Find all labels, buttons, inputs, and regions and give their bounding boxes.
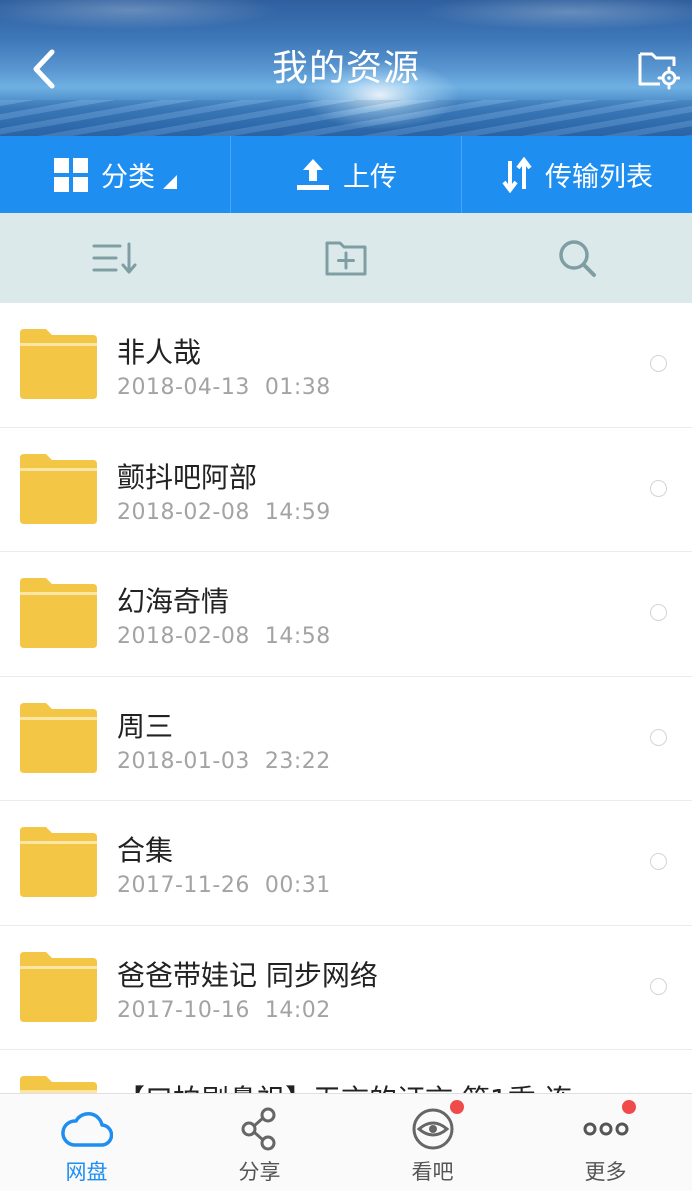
folder-icon (20, 329, 97, 399)
folder-icon (20, 578, 97, 648)
folder-icon (20, 827, 97, 897)
upload-label: 上传 (343, 162, 397, 193)
transfer-list-label: 传输列表 (545, 162, 653, 193)
tab-label: 看吧 (411, 1160, 454, 1184)
file-list: 非人哉 2018-04-13 01:38 颤抖吧阿部 2018-02-08 14… (0, 303, 692, 1093)
select-radio[interactable] (650, 604, 667, 621)
search-icon (558, 240, 596, 277)
file-date: 2018-01-03 23:22 (117, 748, 331, 774)
header: 我的资源 (0, 0, 692, 136)
tab-netdisk[interactable]: 网盘 (0, 1094, 173, 1191)
sort-button[interactable] (0, 213, 231, 303)
bottom-nav: 网盘 分享 看吧 更多 (0, 1093, 692, 1191)
page-title: 我的资源 (271, 48, 420, 89)
select-radio[interactable] (650, 728, 667, 746)
tab-more[interactable]: 更多 (519, 1094, 692, 1191)
notification-badge (622, 1100, 636, 1114)
tab-share[interactable]: 分享 (173, 1094, 346, 1191)
category-label: 分类 (101, 162, 155, 193)
grid-icon (53, 157, 89, 193)
file-date: 2018-02-08 14:59 (117, 499, 331, 525)
file-toolbar (0, 213, 692, 303)
file-date: 2017-11-26 00:31 (117, 873, 331, 898)
upload-icon (295, 157, 331, 193)
search-button[interactable] (461, 213, 692, 303)
folder-gear-icon (638, 52, 681, 90)
tab-watch[interactable]: 看吧 (346, 1094, 519, 1191)
share-icon (240, 1106, 280, 1152)
file-date: 2017-10-16 14:02 (117, 997, 331, 1023)
list-item[interactable]: 爸爸带娃记 同步网络 2017-10-16 14:02 (0, 926, 692, 1050)
category-button[interactable]: 分类 (0, 136, 230, 213)
file-date: 2018-02-08 14:58 (117, 624, 331, 649)
more-icon (582, 1106, 630, 1152)
list-item[interactable]: 非人哉 2018-04-13 01:38 (0, 303, 692, 428)
transfer-arrows-icon (501, 156, 533, 193)
notification-badge (450, 1100, 464, 1114)
file-name: 非人哉 (117, 336, 202, 369)
list-item[interactable]: 颤抖吧阿部 2018-02-08 14:59 (0, 428, 692, 552)
select-radio[interactable] (650, 355, 667, 372)
file-name: 合集 (117, 834, 174, 867)
tab-label: 网盘 (65, 1160, 108, 1184)
back-button[interactable] (24, 44, 68, 94)
caret-down-icon (163, 174, 177, 189)
select-radio[interactable] (650, 479, 667, 497)
select-radio[interactable] (650, 977, 667, 995)
file-name: 幻海奇情 (117, 585, 230, 618)
header-waves (0, 100, 692, 136)
header-cloud (0, 0, 280, 30)
select-radio[interactable] (650, 853, 667, 870)
new-folder-icon (325, 241, 367, 276)
folder-icon (20, 951, 97, 1022)
file-date: 2018-04-13 01:38 (117, 375, 331, 400)
folder-icon (20, 1076, 97, 1093)
tab-label: 分享 (238, 1160, 281, 1184)
list-item[interactable]: 合集 2017-11-26 00:31 (0, 801, 692, 926)
folder-settings-button[interactable] (636, 46, 681, 90)
upload-button[interactable]: 上传 (230, 136, 461, 213)
eye-icon (411, 1106, 455, 1152)
folder-icon (20, 453, 97, 524)
new-folder-button[interactable] (231, 213, 462, 303)
cloud-icon (60, 1106, 113, 1152)
file-name: 颤抖吧阿部 (117, 460, 258, 494)
transfer-list-button[interactable]: 传输列表 (461, 136, 692, 213)
file-name: 【口拍剧鼻祖】无言的证言 第1季 连 (117, 1078, 573, 1093)
tab-label: 更多 (584, 1160, 627, 1184)
file-name: 爸爸带娃记 同步网络 (117, 958, 378, 992)
list-item[interactable]: 周三 2018-01-03 23:22 (0, 677, 692, 801)
list-item[interactable]: 【口拍剧鼻祖】无言的证言 第1季 连 (0, 1050, 692, 1093)
action-bar: 分类 上传 传输列表 (0, 136, 692, 213)
list-item[interactable]: 幻海奇情 2018-02-08 14:58 (0, 552, 692, 677)
sort-icon (92, 242, 137, 274)
file-name: 周三 (117, 709, 174, 743)
chevron-left-icon (33, 49, 55, 89)
header-cloud (420, 0, 692, 30)
folder-icon (20, 702, 97, 773)
